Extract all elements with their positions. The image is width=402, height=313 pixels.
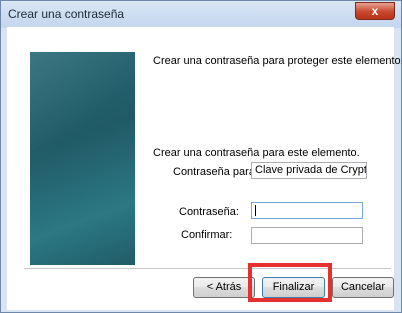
close-button[interactable]: x	[355, 2, 395, 20]
close-icon: x	[371, 4, 379, 18]
password-input[interactable]	[251, 202, 363, 219]
window-title: Crear una contraseña	[8, 7, 125, 21]
confirm-label: Confirmar:	[181, 229, 233, 241]
password-for-label: Contraseña para:	[173, 166, 258, 178]
password-label: Contraseña:	[179, 206, 239, 218]
password-for-field: Clave privada de CryptoA	[251, 162, 367, 179]
dialog-heading: Crear una contraseña para proteger este …	[153, 55, 402, 67]
cancel-button[interactable]: Cancelar	[332, 277, 394, 298]
text-caret	[255, 205, 256, 216]
dialog-client-area: Crear una contraseña para proteger este …	[7, 27, 402, 310]
dialog-subheading: Crear una contraseña para este elemento.	[153, 147, 360, 159]
finish-highlight-box	[248, 263, 332, 302]
title-bar[interactable]: Crear una contraseña x	[1, 1, 401, 28]
button-separator	[24, 268, 391, 270]
back-button[interactable]: < Atrás	[193, 277, 255, 298]
confirm-password-input[interactable]	[251, 227, 363, 244]
wizard-side-image	[30, 52, 135, 265]
